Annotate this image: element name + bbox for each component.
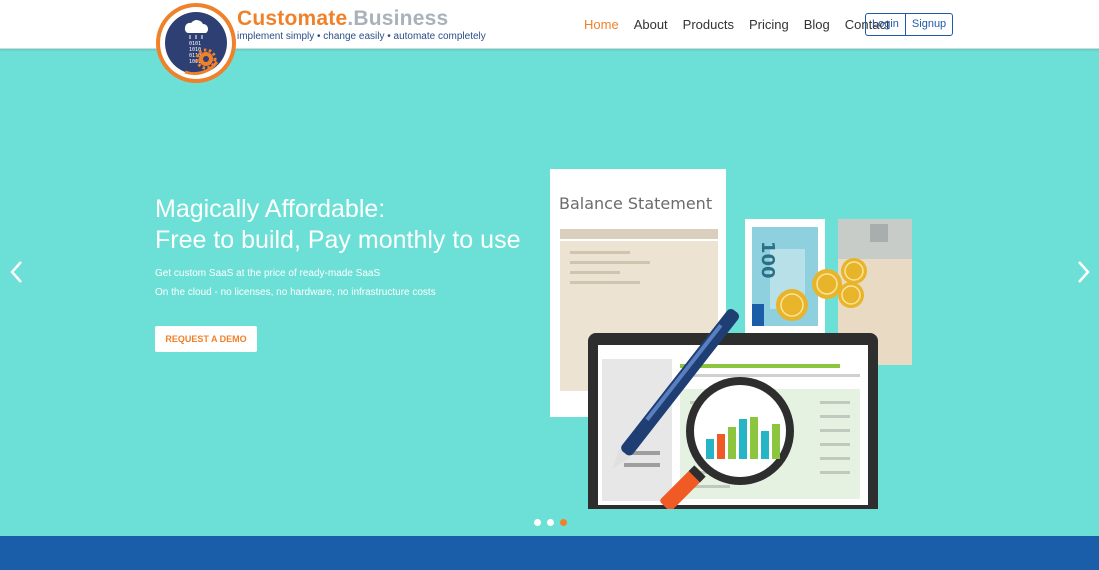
signup-button[interactable]: Signup <box>904 14 952 35</box>
document-title: Balance Statement <box>559 194 712 213</box>
login-button[interactable]: Login <box>866 14 905 35</box>
brand-name-part1: Customate <box>237 7 348 30</box>
main-nav: Home About Products Pricing Blog Contact <box>584 17 905 32</box>
hero-subtext-line1: Get custom SaaS at the price of ready-ma… <box>155 268 381 279</box>
hero-headline-line1: Magically Affordable: <box>155 195 386 223</box>
carousel-dot-2[interactable] <box>547 519 554 526</box>
brand-name[interactable]: Customate.Business <box>237 7 448 31</box>
hero-subtext-line2: On the cloud - no licenses, no hardware,… <box>155 287 436 298</box>
request-demo-button[interactable]: REQUEST A DEMO <box>155 326 257 352</box>
hero-headline: Magically Affordable: Free to build, Pay… <box>155 194 520 256</box>
chevron-right-icon[interactable] <box>1074 257 1092 287</box>
banknote-value: 100 <box>757 241 778 279</box>
carousel-dot-1[interactable] <box>534 519 541 526</box>
cloud-binary-gear-logo-icon[interactable]: 0101 1010 0110 1001 <box>155 2 237 84</box>
brand-tagline: implement simply • change easily • autom… <box>237 31 486 42</box>
nav-item-about[interactable]: About <box>634 17 668 32</box>
section-band <box>0 536 1099 570</box>
hero-headline-line2: Free to build, Pay monthly to use <box>155 226 521 254</box>
nav-item-blog[interactable]: Blog <box>804 17 830 32</box>
carousel-indicators <box>534 519 573 526</box>
nav-item-home[interactable]: Home <box>584 17 619 32</box>
hero-banner: Magically Affordable: Free to build, Pay… <box>0 49 1099 536</box>
nav-item-products[interactable]: Products <box>683 17 734 32</box>
nav-item-pricing[interactable]: Pricing <box>749 17 789 32</box>
brand-name-part2: .Business <box>347 7 449 30</box>
chevron-left-icon[interactable] <box>8 257 26 287</box>
auth-button-group: Login Signup <box>865 13 954 36</box>
carousel-dot-3[interactable] <box>560 519 567 526</box>
finance-analytics-illustration: Balance Statement 100 <box>550 169 912 509</box>
